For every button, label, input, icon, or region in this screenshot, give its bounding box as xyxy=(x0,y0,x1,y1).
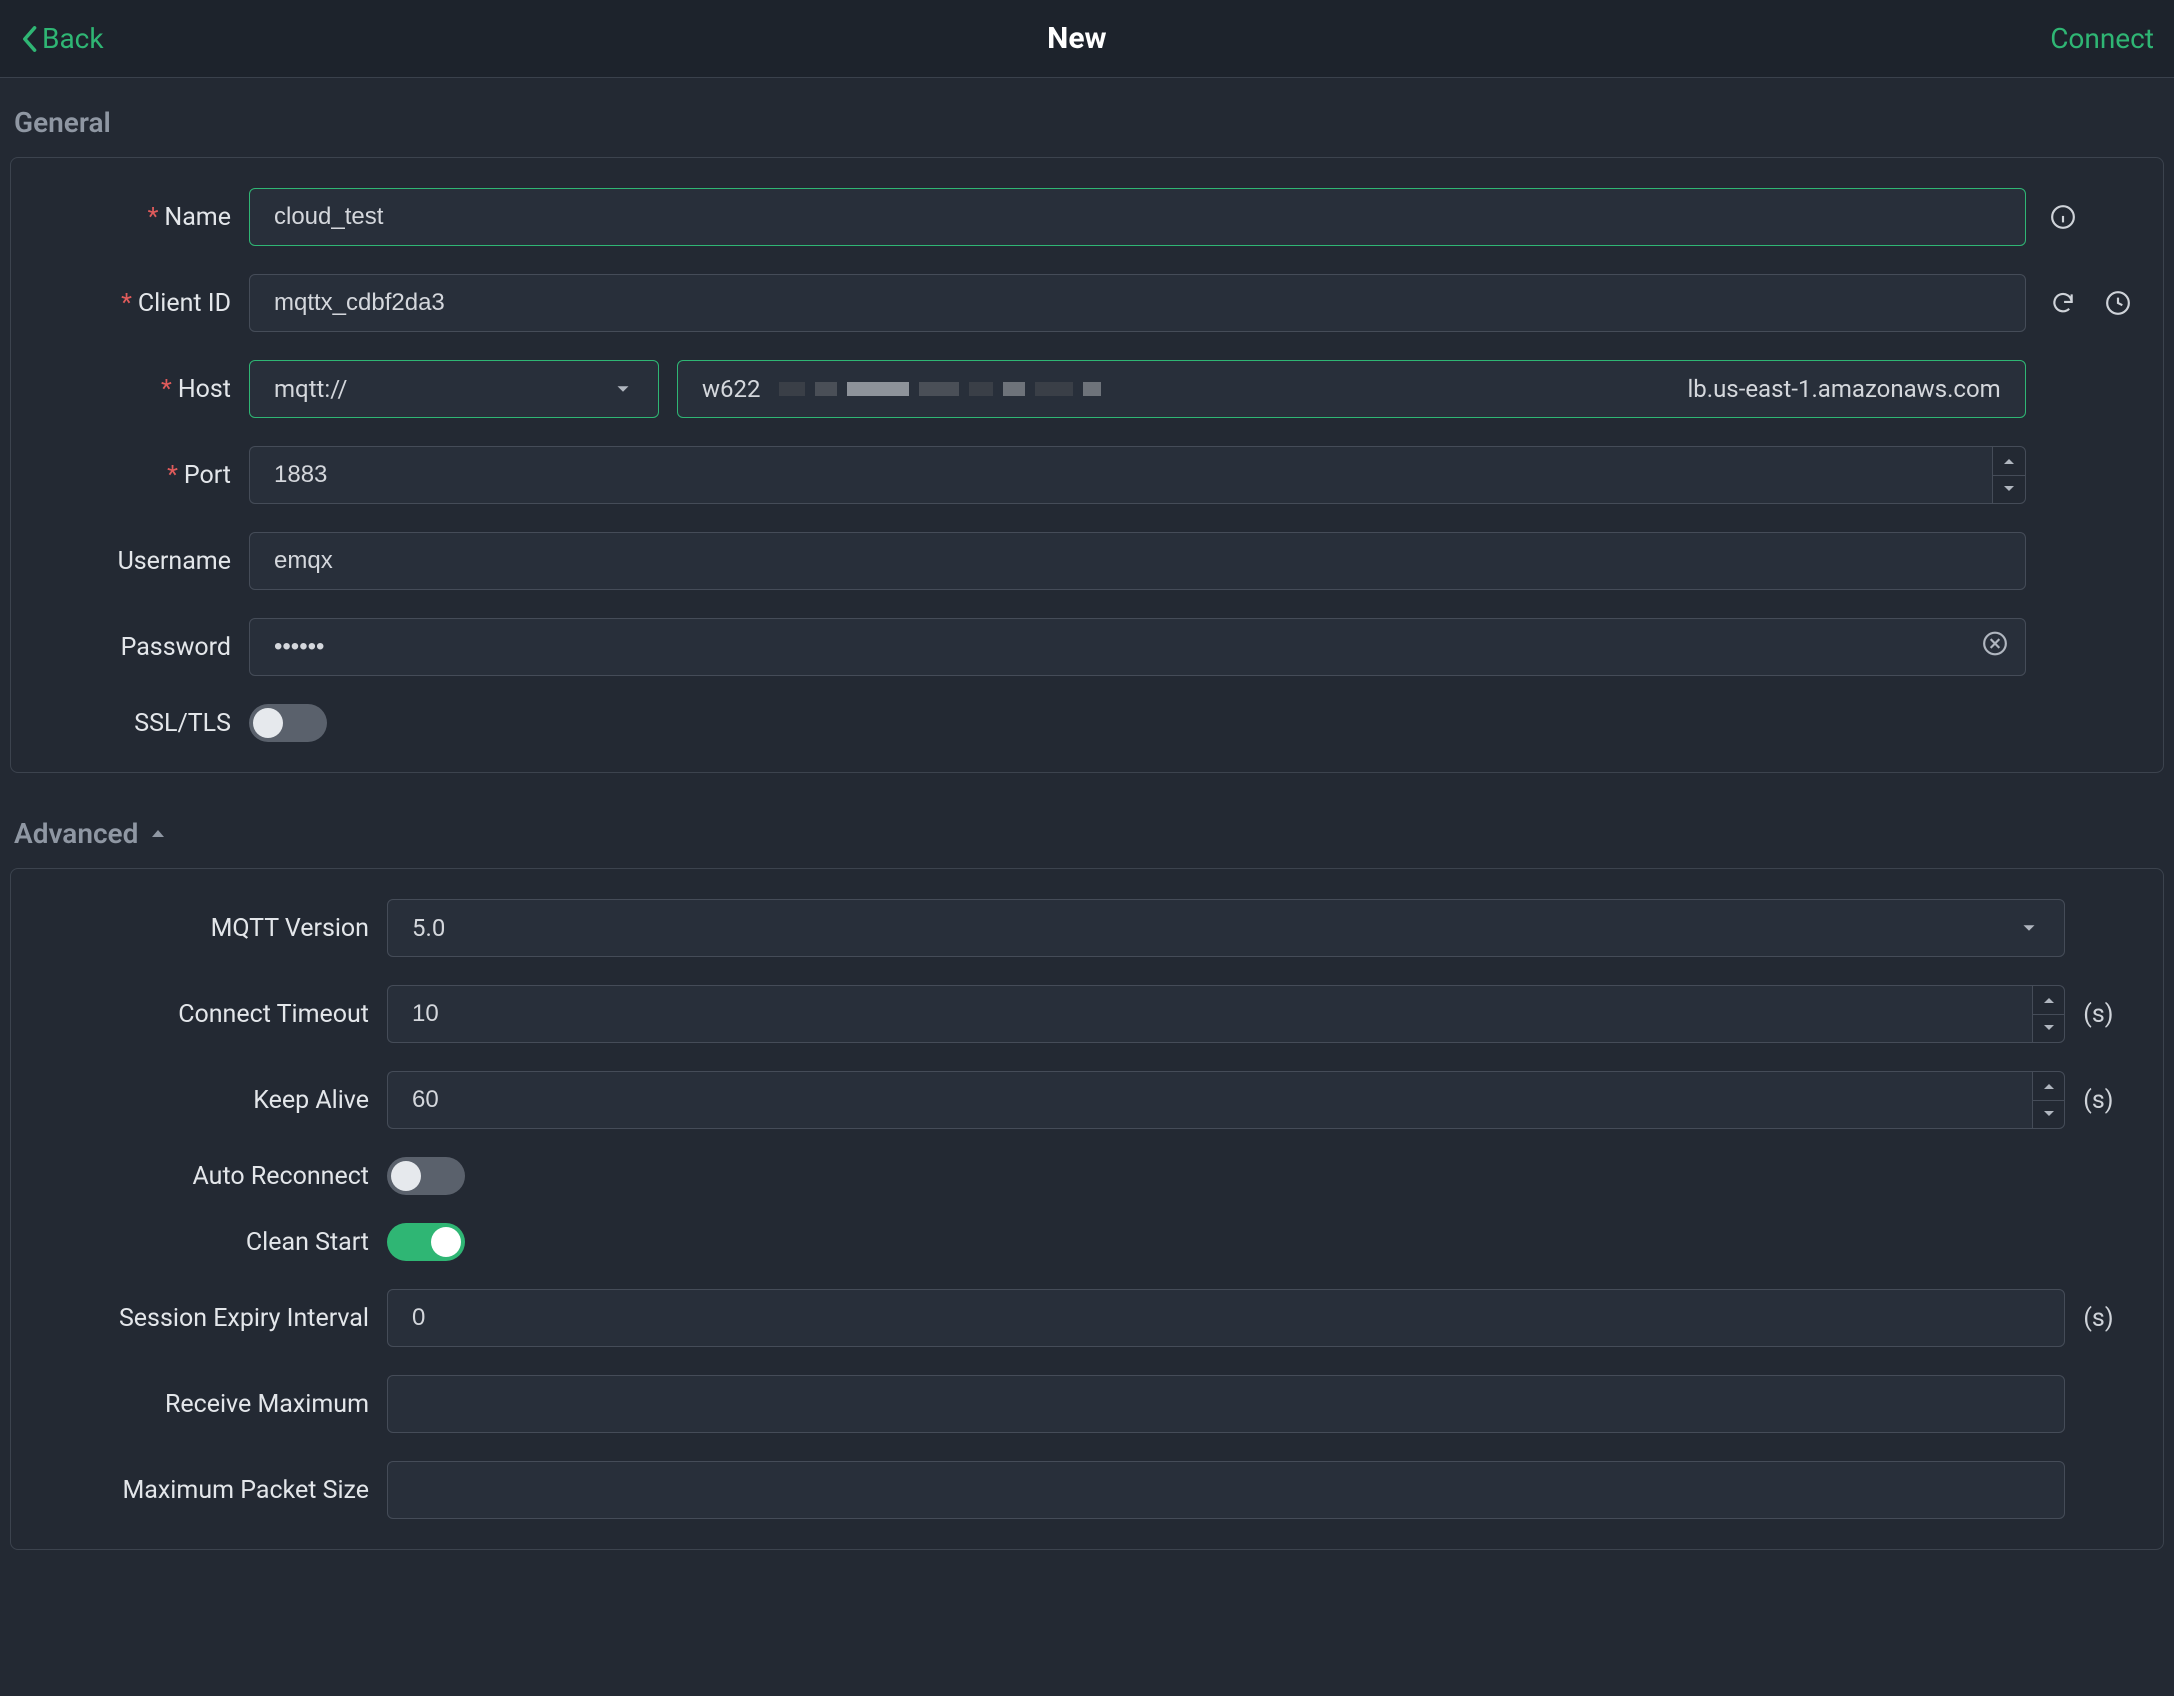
name-label: *Name xyxy=(37,203,249,232)
port-step-up[interactable] xyxy=(1993,447,2024,476)
max-packet-size-input[interactable] xyxy=(387,1461,2065,1519)
port-step-down[interactable] xyxy=(1993,476,2024,504)
host-redacted xyxy=(771,382,1678,396)
info-icon[interactable] xyxy=(2044,204,2082,230)
ssl-toggle[interactable] xyxy=(249,704,327,742)
mqtt-version-value: 5.0 xyxy=(412,914,445,942)
connect-timeout-step-up[interactable] xyxy=(2033,986,2064,1015)
advanced-panel: MQTT Version 5.0 Connect Timeout xyxy=(10,868,2164,1550)
mqtt-version-select[interactable]: 5.0 xyxy=(387,899,2065,957)
password-label: Password xyxy=(37,633,249,662)
section-title-general: General xyxy=(10,106,2164,157)
username-input[interactable] xyxy=(249,532,2026,590)
scheme-select[interactable]: mqtt:// xyxy=(249,360,659,418)
ssl-label: SSL/TLS xyxy=(37,709,249,738)
session-expiry-input[interactable] xyxy=(387,1289,2065,1347)
client-id-input[interactable] xyxy=(249,274,2026,332)
refresh-icon[interactable] xyxy=(2044,290,2082,316)
connect-button[interactable]: Connect xyxy=(2050,22,2154,55)
clear-password-icon[interactable] xyxy=(1982,631,2008,664)
keep-alive-spinner xyxy=(2032,1071,2065,1129)
host-prefix: w622 xyxy=(702,375,761,403)
mqtt-version-label: MQTT Version xyxy=(37,914,387,943)
receive-max-input[interactable] xyxy=(387,1375,2065,1433)
username-label: Username xyxy=(37,547,249,576)
header-bar: Back New Connect xyxy=(0,0,2174,78)
session-expiry-label: Session Expiry Interval xyxy=(37,1304,387,1333)
back-label: Back xyxy=(42,22,104,55)
host-suffix: lb.us-east-1.amazonaws.com xyxy=(1687,375,2000,403)
connect-timeout-spinner xyxy=(2032,985,2065,1043)
connect-timeout-step-down[interactable] xyxy=(2033,1015,2064,1043)
keep-alive-unit: (s) xyxy=(2083,1086,2137,1115)
connect-timeout-unit: (s) xyxy=(2083,1000,2137,1029)
client-id-label: *Client ID xyxy=(37,289,249,318)
session-expiry-unit: (s) xyxy=(2083,1304,2137,1333)
history-icon[interactable] xyxy=(2099,290,2137,316)
caret-up-icon xyxy=(148,824,168,844)
keep-alive-input[interactable] xyxy=(387,1071,2032,1129)
connect-timeout-label: Connect Timeout xyxy=(37,1000,387,1029)
name-input[interactable] xyxy=(249,188,2026,246)
receive-max-label: Receive Maximum xyxy=(37,1390,387,1419)
keep-alive-label: Keep Alive xyxy=(37,1086,387,1115)
password-input[interactable] xyxy=(249,618,2026,676)
max-packet-size-label: Maximum Packet Size xyxy=(37,1476,387,1505)
keep-alive-step-up[interactable] xyxy=(2033,1072,2064,1101)
auto-reconnect-label: Auto Reconnect xyxy=(37,1162,387,1191)
chevron-down-icon xyxy=(612,378,634,400)
back-button[interactable]: Back xyxy=(20,22,104,55)
general-panel: *Name *Client ID xyxy=(10,157,2164,773)
port-input[interactable] xyxy=(249,446,1992,504)
keep-alive-step-down[interactable] xyxy=(2033,1101,2064,1129)
section-title-advanced[interactable]: Advanced xyxy=(10,817,2164,868)
clean-start-toggle[interactable] xyxy=(387,1223,465,1261)
connect-timeout-input[interactable] xyxy=(387,985,2032,1043)
port-label: *Port xyxy=(37,461,249,490)
port-spinner xyxy=(1992,446,2025,504)
chevron-down-icon xyxy=(2018,917,2040,939)
host-label: *Host xyxy=(37,375,249,404)
host-input[interactable]: w622 lb.us-east-1.amazonaws.com xyxy=(677,360,2026,418)
auto-reconnect-toggle[interactable] xyxy=(387,1157,465,1195)
page-title: New xyxy=(1047,21,1106,56)
scheme-value: mqtt:// xyxy=(274,375,347,403)
chevron-left-icon xyxy=(20,25,38,53)
clean-start-label: Clean Start xyxy=(37,1228,387,1257)
